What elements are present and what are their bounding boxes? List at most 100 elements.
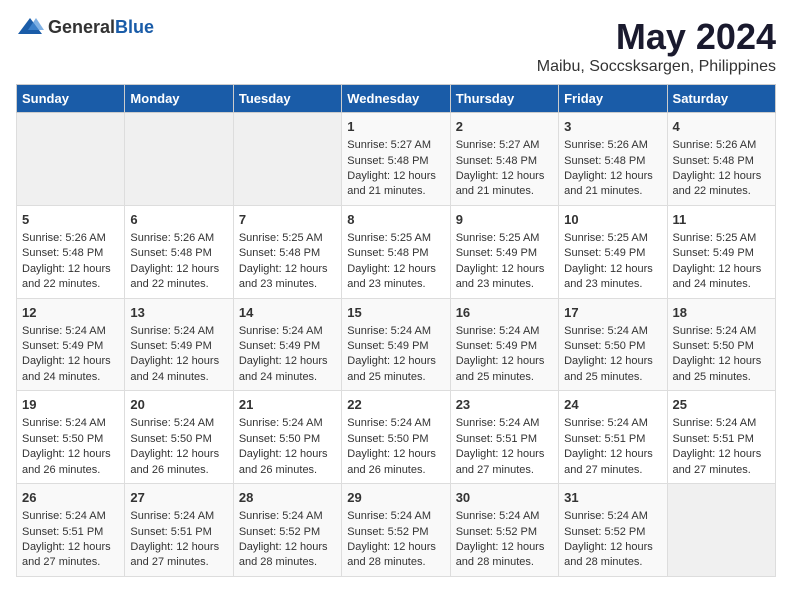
- day-info: Daylight: 12 hours: [239, 540, 336, 555]
- day-info: Sunset: 5:49 PM: [673, 246, 770, 261]
- day-info: and 25 minutes.: [456, 370, 553, 385]
- day-info: Sunrise: 5:24 AM: [347, 416, 444, 431]
- day-info: Daylight: 12 hours: [239, 354, 336, 369]
- week-row-3: 12Sunrise: 5:24 AMSunset: 5:49 PMDayligh…: [17, 298, 776, 391]
- day-info: Sunrise: 5:27 AM: [456, 138, 553, 153]
- day-info: Sunrise: 5:24 AM: [456, 416, 553, 431]
- day-number: 22: [347, 396, 444, 414]
- day-info: and 25 minutes.: [347, 370, 444, 385]
- day-number: 9: [456, 211, 553, 229]
- day-info: Daylight: 12 hours: [347, 447, 444, 462]
- day-info: Sunrise: 5:24 AM: [347, 324, 444, 339]
- day-info: Sunset: 5:49 PM: [456, 339, 553, 354]
- day-info: and 23 minutes.: [239, 277, 336, 292]
- day-info: and 28 minutes.: [456, 555, 553, 570]
- day-number: 1: [347, 118, 444, 136]
- day-info: and 27 minutes.: [456, 463, 553, 478]
- day-info: Daylight: 12 hours: [456, 447, 553, 462]
- calendar-cell: 9Sunrise: 5:25 AMSunset: 5:49 PMDaylight…: [450, 205, 558, 298]
- day-number: 4: [673, 118, 770, 136]
- day-info: Sunset: 5:48 PM: [239, 246, 336, 261]
- calendar-cell: [233, 113, 341, 206]
- day-number: 27: [130, 489, 227, 507]
- day-info: Sunrise: 5:26 AM: [130, 231, 227, 246]
- day-info: Sunrise: 5:26 AM: [22, 231, 119, 246]
- day-info: Sunrise: 5:27 AM: [347, 138, 444, 153]
- calendar-cell: 1 Sunrise: 5:27 AMSunset: 5:48 PMDaylight…: [342, 113, 450, 206]
- day-info: Sunset: 5:48 PM: [347, 154, 444, 169]
- day-number: 16: [456, 304, 553, 322]
- week-row-5: 26Sunrise: 5:24 AMSunset: 5:51 PMDayligh…: [17, 484, 776, 577]
- day-info: Sunrise: 5:24 AM: [239, 509, 336, 524]
- day-info: Sunset: 5:49 PM: [456, 246, 553, 261]
- day-number: 21: [239, 396, 336, 414]
- day-info: Sunrise: 5:24 AM: [564, 324, 661, 339]
- day-info: Daylight: 12 hours: [456, 354, 553, 369]
- header-day-monday: Monday: [125, 85, 233, 113]
- day-info: Sunset: 5:51 PM: [22, 525, 119, 540]
- calendar-cell: 8Sunrise: 5:25 AMSunset: 5:48 PMDaylight…: [342, 205, 450, 298]
- calendar-cell: 17Sunrise: 5:24 AMSunset: 5:50 PMDayligh…: [559, 298, 667, 391]
- header-row: SundayMondayTuesdayWednesdayThursdayFrid…: [17, 85, 776, 113]
- day-number: 29: [347, 489, 444, 507]
- calendar-cell: 20Sunrise: 5:24 AMSunset: 5:50 PMDayligh…: [125, 391, 233, 484]
- day-info: Daylight: 12 hours: [239, 447, 336, 462]
- day-info: Sunset: 5:49 PM: [130, 339, 227, 354]
- day-info: Sunset: 5:51 PM: [130, 525, 227, 540]
- day-info: Daylight: 12 hours: [456, 262, 553, 277]
- subtitle: Maibu, Soccsksargen, Philippines: [537, 58, 776, 76]
- day-info: Sunset: 5:50 PM: [130, 432, 227, 447]
- day-info: Sunset: 5:51 PM: [456, 432, 553, 447]
- day-number: 15: [347, 304, 444, 322]
- day-number: 17: [564, 304, 661, 322]
- header-day-tuesday: Tuesday: [233, 85, 341, 113]
- day-info: and 26 minutes.: [130, 463, 227, 478]
- day-info: and 28 minutes.: [564, 555, 661, 570]
- day-info: Daylight: 12 hours: [22, 354, 119, 369]
- logo: GeneralBlue: [16, 16, 154, 38]
- day-info: Sunset: 5:49 PM: [347, 339, 444, 354]
- day-info: Sunrise: 5:25 AM: [673, 231, 770, 246]
- calendar-cell: 23Sunrise: 5:24 AMSunset: 5:51 PMDayligh…: [450, 391, 558, 484]
- day-info: Daylight: 12 hours: [22, 262, 119, 277]
- day-info: and 26 minutes.: [347, 463, 444, 478]
- day-info: Sunset: 5:48 PM: [673, 154, 770, 169]
- day-info: Daylight: 12 hours: [130, 354, 227, 369]
- day-info: Sunset: 5:48 PM: [22, 246, 119, 261]
- day-info: Daylight: 12 hours: [347, 169, 444, 184]
- day-info: and 24 minutes.: [239, 370, 336, 385]
- day-info: Daylight: 12 hours: [347, 354, 444, 369]
- day-info: Sunrise: 5:24 AM: [22, 416, 119, 431]
- day-number: 24: [564, 396, 661, 414]
- header-day-friday: Friday: [559, 85, 667, 113]
- day-info: Daylight: 12 hours: [673, 169, 770, 184]
- day-info: Sunset: 5:49 PM: [564, 246, 661, 261]
- day-info: Sunrise: 5:24 AM: [673, 416, 770, 431]
- day-info: Sunset: 5:48 PM: [456, 154, 553, 169]
- day-number: 2: [456, 118, 553, 136]
- day-info: Sunset: 5:50 PM: [22, 432, 119, 447]
- day-info: Sunset: 5:50 PM: [347, 432, 444, 447]
- day-info: Sunset: 5:50 PM: [564, 339, 661, 354]
- title-area: May 2024 Maibu, Soccsksargen, Philippine…: [537, 16, 776, 76]
- logo-general: General: [48, 17, 115, 37]
- calendar-cell: 22 Sunrise: 5:24 AMSunset: 5:50 PMDayligh…: [342, 391, 450, 484]
- day-info: Sunrise: 5:25 AM: [239, 231, 336, 246]
- calendar-cell: 3Sunrise: 5:26 AMSunset: 5:48 PMDaylight…: [559, 113, 667, 206]
- day-info: and 21 minutes.: [564, 184, 661, 199]
- day-info: Daylight: 12 hours: [130, 262, 227, 277]
- day-info: Daylight: 12 hours: [22, 540, 119, 555]
- week-row-4: 19Sunrise: 5:24 AMSunset: 5:50 PMDayligh…: [17, 391, 776, 484]
- calendar-cell: 27Sunrise: 5:24 AMSunset: 5:51 PMDayligh…: [125, 484, 233, 577]
- calendar-cell: 12Sunrise: 5:24 AMSunset: 5:49 PMDayligh…: [17, 298, 125, 391]
- day-info: Sunrise: 5:25 AM: [347, 231, 444, 246]
- day-number: 8: [347, 211, 444, 229]
- day-info: Sunset: 5:52 PM: [239, 525, 336, 540]
- day-number: 7: [239, 211, 336, 229]
- day-number: 25: [673, 396, 770, 414]
- day-info: and 28 minutes.: [347, 555, 444, 570]
- day-info: and 21 minutes.: [456, 184, 553, 199]
- calendar-cell: 31Sunrise: 5:24 AMSunset: 5:52 PMDayligh…: [559, 484, 667, 577]
- day-info: and 25 minutes.: [564, 370, 661, 385]
- day-info: Daylight: 12 hours: [456, 540, 553, 555]
